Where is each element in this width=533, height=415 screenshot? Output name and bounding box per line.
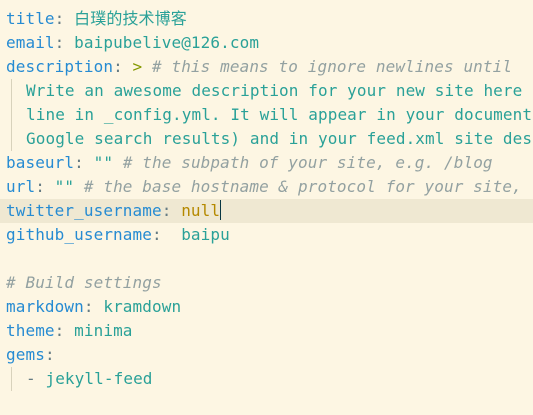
code-line-gems: gems:	[6, 345, 55, 364]
yaml-key: theme	[6, 321, 55, 340]
yaml-key: description	[6, 57, 114, 76]
code-line-title: title: 白璞的技术博客	[6, 9, 187, 28]
code-line-comment: # Build settings	[6, 271, 162, 295]
code-line-markdown: markdown: kramdown	[6, 297, 182, 316]
code-line-baseurl: baseurl: "" # the subpath of your site, …	[6, 153, 493, 172]
yaml-key: gems	[6, 345, 45, 364]
list-dash: -	[26, 369, 36, 388]
yaml-value: 白璞的技术博客	[74, 9, 187, 28]
yaml-string: ""	[93, 153, 114, 172]
indent-guide	[11, 367, 12, 391]
yaml-comment: # the base hostname & protocol for your …	[83, 177, 522, 196]
yaml-string: ""	[54, 177, 75, 196]
yaml-key: markdown	[6, 297, 84, 316]
code-line-description-body: Write an awesome description for your ne…	[26, 79, 522, 103]
code-line-url: url: "" # the base hostname & protocol f…	[6, 177, 522, 196]
text-cursor	[220, 200, 222, 220]
yaml-comment: # this means to ignore newlines until	[152, 57, 513, 76]
yaml-comment: # the subpath of your site, e.g. /blog	[122, 153, 493, 172]
code-line-gem-item: - jekyll-feed	[26, 367, 153, 391]
yaml-key: email	[6, 33, 55, 52]
yaml-null: null	[181, 201, 221, 220]
code-line-description: description: > # this means to ignore ne…	[6, 57, 513, 76]
yaml-key: baseurl	[6, 153, 75, 172]
code-line-email: email: baipubelive@126.com	[6, 33, 260, 52]
yaml-comment: # Build settings	[6, 273, 162, 292]
yaml-value: baipu	[181, 225, 230, 244]
yaml-key: url	[6, 177, 36, 196]
yaml-string: Write an awesome description for your ne…	[26, 81, 523, 100]
code-line-github-username: github_username: baipu	[6, 225, 230, 244]
code-line-description-body: line in _config.yml. It will appear in y…	[26, 103, 532, 127]
yaml-string: line in _config.yml. It will appear in y…	[26, 105, 533, 124]
yaml-value: jekyll-feed	[45, 369, 153, 388]
indent-guide	[11, 79, 12, 151]
code-line-twitter-username: twitter_username: null	[0, 199, 533, 223]
code-line-theme: theme: minima	[6, 321, 133, 340]
yaml-value: minima	[74, 321, 133, 340]
yaml-string: Google search results) and in your feed.…	[26, 129, 533, 148]
yaml-key: github_username	[6, 225, 152, 244]
yaml-value: baipubelive@126.com	[74, 33, 260, 52]
code-editor[interactable]: title: 白璞的技术博客 email: baipubelive@126.co…	[0, 0, 533, 415]
yaml-key: twitter_username	[6, 201, 162, 220]
yaml-key: title	[6, 9, 55, 28]
code-line-description-body: Google search results) and in your feed.…	[26, 127, 532, 151]
block-scalar-indicator: >	[132, 57, 143, 76]
yaml-value: kramdown	[103, 297, 182, 316]
